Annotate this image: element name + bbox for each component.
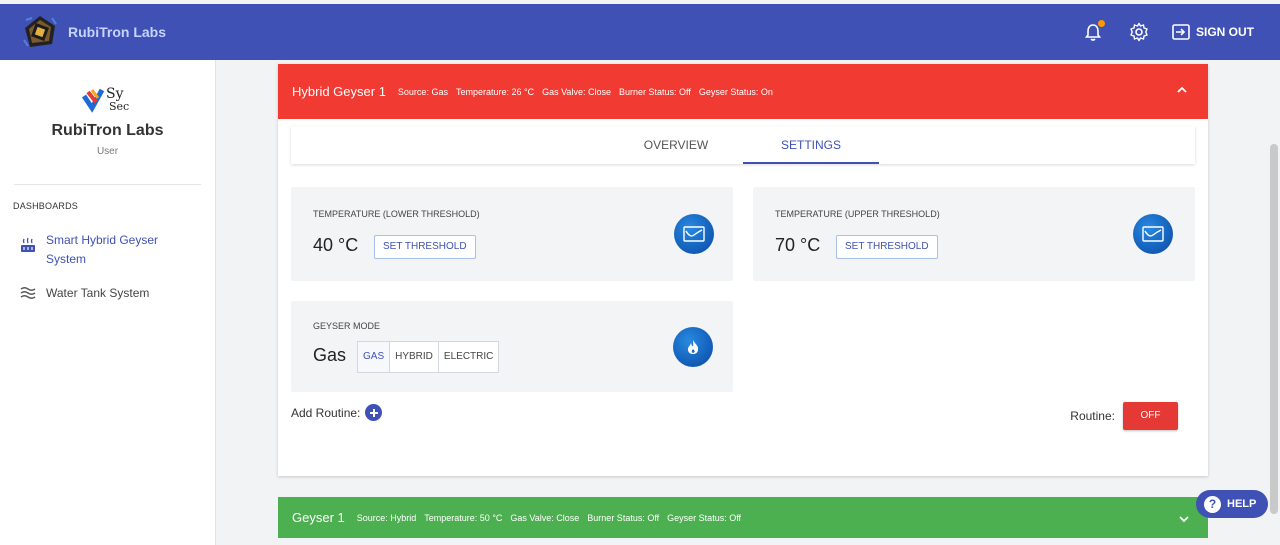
help-label: HELP — [1227, 498, 1257, 510]
sign-out-button[interactable]: SIGN OUT — [1172, 24, 1254, 40]
mode-electric-button[interactable]: ELECTRIC — [439, 342, 498, 372]
geyser-burner-status: Burner Status: Off — [587, 512, 660, 523]
geyser-gas-valve: Gas Valve: Close — [542, 86, 611, 97]
gear-icon[interactable] — [1126, 19, 1152, 45]
thermometer-chart-icon — [1133, 214, 1173, 254]
sign-out-icon — [1172, 24, 1190, 40]
page-scrollbar[interactable] — [1268, 144, 1280, 514]
add-routine-label: Add Routine: — [291, 405, 361, 420]
upper-threshold-title: TEMPERATURE (UPPER THRESHOLD) — [775, 209, 940, 219]
org-logo: Sy Sec — [14, 60, 201, 116]
geyser-mode-toggle-group: GAS HYBRID ELECTRIC — [357, 341, 500, 373]
lower-threshold-panel: TEMPERATURE (LOWER THRESHOLD) 40 °C SET … — [291, 187, 733, 281]
brand-block[interactable]: RubiTron Labs — [0, 4, 166, 60]
sidebar-item-water-tank[interactable]: Water Tank System — [0, 284, 215, 303]
geyser-status: Geyser Status: On — [698, 86, 773, 97]
add-routine-plus-icon[interactable] — [365, 404, 383, 421]
question-icon: ? — [1204, 495, 1221, 513]
geyser-burner-status: Burner Status: Off — [618, 86, 691, 97]
lower-threshold-title: TEMPERATURE (LOWER THRESHOLD) — [313, 209, 480, 219]
notification-dot — [1097, 20, 1105, 27]
routine-off-button[interactable]: OFF — [1123, 402, 1178, 430]
geyser-status: Geyser Status: Off — [667, 512, 742, 523]
svg-text:Sec: Sec — [109, 100, 129, 113]
help-button[interactable]: ? HELP — [1196, 490, 1268, 518]
tab-overview[interactable]: OVERVIEW — [613, 126, 739, 164]
sidebar-item-label: Smart Hybrid Geyser System — [46, 233, 159, 266]
sidebar-item-smart-hybrid-geyser[interactable]: Smart Hybrid Geyser System — [0, 231, 215, 269]
sign-out-label: SIGN OUT — [1195, 25, 1254, 39]
geyser-source: Source: Gas — [397, 86, 448, 97]
set-lower-threshold-button[interactable]: SET THRESHOLD — [374, 235, 476, 259]
chevron-up-icon[interactable] — [1174, 82, 1190, 98]
upper-threshold-value: 70 °C — [775, 235, 821, 255]
sidebar: Sy Sec RubiTron Labs User DASHBOARDS Sma… — [0, 60, 216, 545]
hybrid-geyser-card: Hybrid Geyser 1 Source: Gas Temperature:… — [278, 64, 1208, 476]
routine-control: Routine: OFF — [1070, 402, 1178, 430]
waves-icon — [20, 286, 36, 302]
sidebar-item-label: Water Tank System — [46, 286, 150, 300]
mode-gas-button[interactable]: GAS — [358, 342, 391, 372]
geyser-temperature: Temperature: 50 °C — [424, 512, 503, 523]
notification-bell-icon[interactable] — [1080, 19, 1106, 45]
tab-settings[interactable]: SETTINGS — [743, 126, 879, 164]
geyser-temperature: Temperature: 26 °C — [455, 86, 535, 97]
geyser-title: Geyser 1 — [292, 510, 345, 525]
mode-hybrid-button[interactable]: HYBRID — [390, 342, 439, 372]
set-upper-threshold-button[interactable]: SET THRESHOLD — [836, 235, 938, 259]
lower-threshold-value: 40 °C — [313, 235, 359, 255]
routine-label: Routine: — [1070, 409, 1115, 423]
brand-logo-icon — [22, 14, 58, 50]
geyser-title: Hybrid Geyser 1 — [292, 84, 386, 99]
scrollbar-thumb[interactable] — [1270, 144, 1278, 514]
flame-icon — [673, 327, 713, 367]
geyser-mode-title: GEYSER MODE — [313, 321, 381, 331]
profile-block: Sy Sec RubiTron Labs User — [14, 60, 201, 185]
sidebar-section-title: DASHBOARDS — [13, 201, 79, 211]
geyser-icon — [20, 237, 36, 253]
geyser-mode-value: Gas — [313, 345, 347, 365]
geyser-1-header[interactable]: Geyser 1 Source: Hybrid Temperature: 50 … — [278, 497, 1208, 538]
hybrid-geyser-header[interactable]: Hybrid Geyser 1 Source: Gas Temperature:… — [278, 64, 1208, 119]
org-name: RubiTron Labs — [51, 122, 164, 139]
brand-name: RubiTron Labs — [68, 24, 166, 40]
top-app-bar: RubiTron Labs SIGN OUT — [0, 4, 1280, 60]
upper-threshold-panel: TEMPERATURE (UPPER THRESHOLD) 70 °C SET … — [753, 187, 1195, 281]
geyser-gas-valve: Gas Valve: Close — [510, 512, 580, 523]
user-role: User — [96, 146, 119, 157]
add-routine: Add Routine: — [291, 404, 383, 421]
tab-bar: OVERVIEW SETTINGS — [291, 126, 1195, 164]
chevron-down-icon[interactable] — [1176, 511, 1192, 532]
geyser-mode-panel: GEYSER MODE Gas GAS HYBRID ELECTRIC — [291, 301, 733, 392]
geyser-source: Source: Hybrid — [356, 512, 417, 523]
thermometer-chart-icon — [674, 214, 714, 254]
